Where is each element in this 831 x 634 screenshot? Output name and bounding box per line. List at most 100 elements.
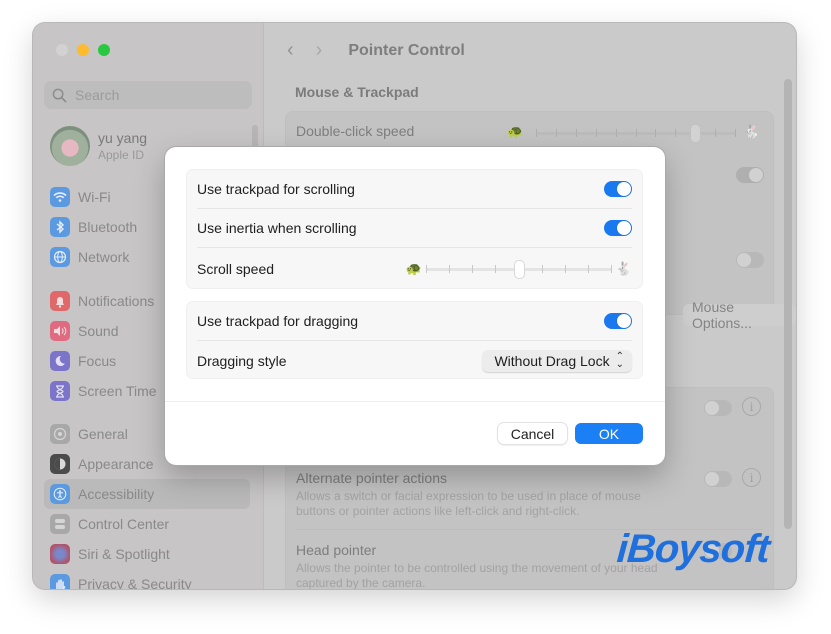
info-icon[interactable]: i bbox=[742, 468, 761, 487]
head-pointer-label: Head pointer bbox=[296, 542, 377, 558]
trackpad-options-dialog: Use trackpad for scrolling Use inertia w… bbox=[165, 147, 665, 465]
page-title: Pointer Control bbox=[348, 41, 465, 59]
profile-name: yu yang bbox=[98, 130, 148, 146]
use-inertia-label: Use inertia when scrolling bbox=[197, 220, 357, 236]
alternate-pointer-description: Allows a switch or facial expression to … bbox=[296, 489, 641, 519]
profile-subtitle: Apple ID bbox=[98, 148, 145, 162]
speaker-icon bbox=[50, 321, 70, 341]
slider-tick bbox=[448, 264, 450, 273]
divider bbox=[165, 401, 665, 402]
slider-tick bbox=[576, 129, 577, 137]
sidebar-item-label: Control Center bbox=[78, 516, 170, 532]
slider-tick bbox=[735, 129, 736, 137]
main-scrollbar[interactable] bbox=[784, 79, 792, 529]
chevron-up-down-icon: ⌃ ⌄ bbox=[615, 350, 624, 370]
use-trackpad-scrolling-label: Use trackpad for scrolling bbox=[197, 181, 355, 197]
sidebar-item-privacy-security[interactable]: Privacy & Security bbox=[44, 569, 250, 589]
slider-tick bbox=[471, 264, 473, 273]
siri-icon bbox=[50, 544, 70, 564]
description-line: Allows a switch or facial expression to … bbox=[296, 489, 641, 503]
rabbit-icon: 🐇 bbox=[743, 124, 760, 139]
chevron-left-icon[interactable]: ‹ bbox=[287, 39, 294, 62]
use-trackpad-dragging-row: Use trackpad for dragging bbox=[197, 302, 632, 341]
apple-id-profile[interactable]: yu yang Apple ID bbox=[50, 126, 147, 166]
use-trackpad-dragging-toggle[interactable] bbox=[604, 313, 632, 329]
sidebar-item-accessibility[interactable]: Accessibility bbox=[44, 479, 250, 509]
wifi-icon bbox=[50, 187, 70, 207]
scroll-speed-control: 🐢 🐇 bbox=[406, 259, 632, 279]
search-placeholder: Search bbox=[75, 87, 120, 103]
watermark-logo: iBoysoft bbox=[615, 527, 771, 571]
dragging-group: Use trackpad for dragging Dragging style… bbox=[186, 301, 643, 379]
section-heading: Mouse & Trackpad bbox=[295, 84, 419, 100]
use-inertia-row: Use inertia when scrolling bbox=[197, 209, 632, 248]
dragging-style-select[interactable]: Without Drag Lock ⌃ ⌄ bbox=[482, 349, 632, 372]
sidebar-item-label: General bbox=[78, 426, 128, 442]
slider-tick bbox=[715, 129, 716, 137]
sidebar-item-label: Sound bbox=[78, 323, 119, 339]
control-center-icon bbox=[50, 514, 70, 534]
close-window-button[interactable] bbox=[56, 44, 68, 56]
avatar bbox=[50, 126, 90, 166]
mouse-options-button[interactable]: Mouse Options... bbox=[683, 299, 796, 331]
scrolling-group: Use trackpad for scrolling Use inertia w… bbox=[186, 169, 643, 289]
gear-icon bbox=[50, 424, 70, 444]
sidebar-search-input[interactable]: Search bbox=[44, 81, 252, 109]
hourglass-icon bbox=[50, 381, 70, 401]
description-line: buttons or pointer actions like left-cli… bbox=[296, 504, 580, 518]
slider-tick bbox=[494, 264, 496, 273]
globe-icon bbox=[50, 247, 70, 267]
ok-button[interactable]: OK bbox=[575, 423, 643, 444]
sidebar-item-label: Privacy & Security bbox=[78, 576, 192, 589]
sidebar-item-siri-spotlight[interactable]: Siri & Spotlight bbox=[44, 539, 250, 569]
scroll-speed-row: Scroll speed 🐢 🐇 bbox=[197, 249, 632, 288]
slider-tick bbox=[636, 129, 637, 137]
bluetooth-icon bbox=[50, 217, 70, 237]
search-icon bbox=[52, 88, 67, 102]
sidebar-item-label: Accessibility bbox=[78, 486, 155, 502]
slider-tick bbox=[536, 129, 537, 137]
description-line: captured by the camera. bbox=[296, 576, 426, 589]
slider-tick bbox=[541, 264, 543, 273]
rabbit-icon: 🐇 bbox=[615, 260, 632, 276]
alternate-pointer-toggle[interactable] bbox=[704, 471, 732, 487]
maximize-window-button[interactable] bbox=[98, 44, 110, 56]
sidebar-item-label: Appearance bbox=[78, 456, 154, 472]
background-toggle[interactable] bbox=[736, 167, 764, 183]
background-toggle[interactable] bbox=[736, 252, 764, 268]
use-inertia-toggle[interactable] bbox=[604, 220, 632, 236]
head-pointer-description: Allows the pointer to be controlled usin… bbox=[296, 561, 658, 589]
minimize-window-button[interactable] bbox=[77, 44, 89, 56]
scroll-speed-slider[interactable] bbox=[425, 259, 612, 279]
slider-knob[interactable] bbox=[690, 124, 701, 143]
traffic-lights bbox=[56, 44, 110, 56]
dragging-style-value: Without Drag Lock bbox=[494, 352, 610, 369]
slider-tick bbox=[587, 264, 589, 273]
alternate-pointer-label: Alternate pointer actions bbox=[296, 470, 447, 486]
slider-tick bbox=[556, 129, 557, 137]
use-trackpad-scrolling-toggle[interactable] bbox=[604, 181, 632, 197]
sidebar-item-control-center[interactable]: Control Center bbox=[44, 509, 250, 539]
turtle-icon: 🐢 bbox=[405, 260, 422, 276]
description-line: Allows the pointer to be controlled usin… bbox=[296, 561, 658, 575]
slider-tick bbox=[564, 264, 566, 273]
toolbar: ‹ › Pointer Control bbox=[287, 39, 465, 62]
slider-tick bbox=[425, 264, 427, 273]
info-icon[interactable]: i bbox=[742, 397, 761, 416]
sidebar-item-label: Bluetooth bbox=[78, 219, 138, 235]
bell-icon bbox=[50, 291, 70, 311]
slider-tick bbox=[655, 129, 656, 137]
slider-knob[interactable] bbox=[513, 259, 525, 279]
chevron-right-icon[interactable]: › bbox=[316, 39, 323, 62]
double-click-speed-slider[interactable] bbox=[536, 123, 736, 143]
slider-tick bbox=[610, 264, 612, 273]
scroll-speed-label: Scroll speed bbox=[197, 260, 275, 277]
moon-icon bbox=[50, 351, 70, 371]
background-toggle[interactable] bbox=[704, 400, 732, 416]
cancel-button[interactable]: Cancel bbox=[498, 423, 567, 444]
sidebar-item-label: Focus bbox=[78, 353, 117, 369]
dragging-style-row: Dragging style Without Drag Lock ⌃ ⌄ bbox=[197, 341, 632, 380]
slider-tick bbox=[596, 129, 597, 137]
sidebar-item-label: Screen Time bbox=[78, 383, 157, 399]
sidebar-item-label: Wi-Fi bbox=[78, 189, 111, 205]
